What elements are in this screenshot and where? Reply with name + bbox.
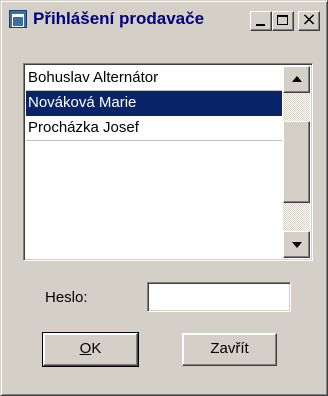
ok-label-rest: K <box>91 340 102 357</box>
scroll-thumb[interactable] <box>283 121 310 203</box>
scroll-down-button[interactable] <box>283 231 310 258</box>
list-item[interactable]: Procházka Josef <box>26 116 282 141</box>
ok-mnemonic: O <box>79 340 92 357</box>
arrow-down-icon <box>292 242 302 248</box>
close-window-button[interactable]: × <box>298 9 320 31</box>
password-label: Heslo: <box>45 289 88 306</box>
arrow-up-icon <box>292 76 302 82</box>
vertical-scrollbar[interactable] <box>283 66 310 258</box>
ok-button[interactable]: OK <box>42 332 139 367</box>
maximize-icon <box>277 15 288 25</box>
maximize-button[interactable] <box>272 11 294 31</box>
title-bar[interactable]: Přihlášení prodavače × <box>5 5 323 35</box>
window-title: Přihlášení prodavače <box>33 9 205 28</box>
close-icon: × <box>301 9 317 30</box>
close-button[interactable]: Zavřít <box>182 333 277 366</box>
list-item[interactable]: Bohuslav Alternátor <box>26 66 282 91</box>
minimize-icon <box>256 24 265 26</box>
list-item[interactable]: Nováková Marie <box>26 91 282 116</box>
users-listbox[interactable]: Bohuslav Alternátor Nováková Marie Proch… <box>23 63 313 261</box>
users-list: Bohuslav Alternátor Nováková Marie Proch… <box>26 66 282 141</box>
password-field[interactable] <box>147 282 291 312</box>
login-window: Přihlášení prodavače × Bohuslav Alternát… <box>0 0 328 396</box>
app-window-icon[interactable] <box>9 10 27 28</box>
scroll-up-button[interactable] <box>283 66 310 93</box>
minimize-button[interactable] <box>250 11 272 31</box>
